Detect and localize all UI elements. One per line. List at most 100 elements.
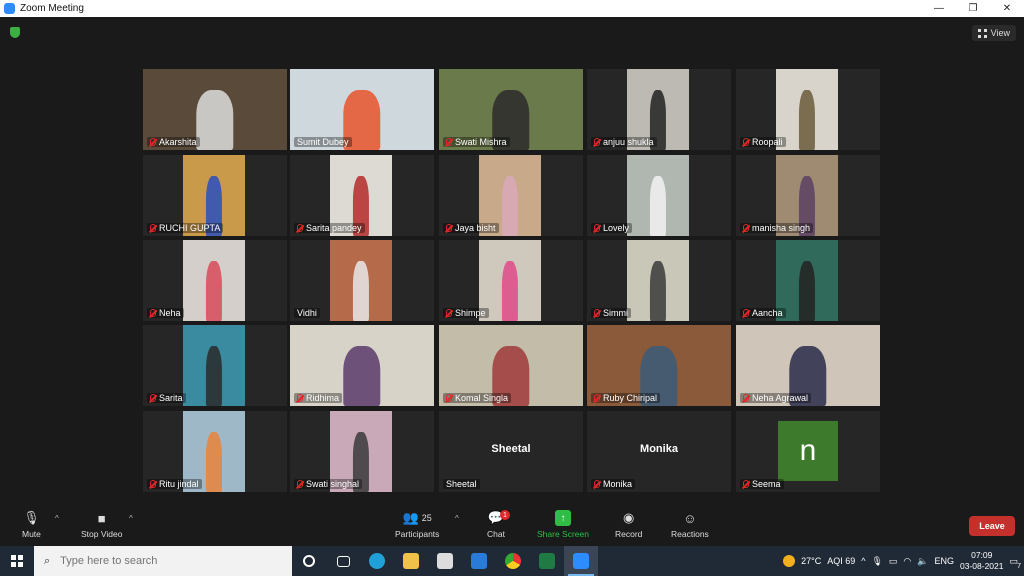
participant-tile[interactable]: Sarita — [143, 325, 287, 406]
muted-microphone-icon — [446, 224, 452, 232]
muted-microphone-icon — [446, 394, 452, 402]
share-arrow-icon: ↑ — [554, 510, 571, 526]
participant-tile[interactable]: Komal Singla — [439, 325, 583, 406]
network-wifi-icon[interactable]: ◠ — [903, 556, 911, 567]
participant-name: Lovely — [603, 223, 630, 233]
participant-tile[interactable]: n Seema — [736, 411, 880, 492]
participant-name-label: Neha — [147, 308, 184, 318]
participant-video — [183, 325, 245, 406]
participant-tile[interactable]: Vidhi — [290, 240, 434, 321]
clock-date: 03-08-2021 — [960, 561, 1004, 571]
participant-tile[interactable]: RUCHI GUPTA — [143, 155, 287, 236]
participant-tile[interactable]: Roopali — [736, 69, 880, 150]
show-hidden-icons-chevron-icon[interactable]: ^ — [861, 556, 865, 566]
cortana-button[interactable] — [292, 546, 326, 576]
stop-video-label: Stop Video — [81, 529, 123, 539]
participant-name: Aancha — [752, 308, 783, 318]
notifications-icon[interactable]: ▭ 7 — [1009, 556, 1021, 570]
view-button[interactable]: View — [971, 25, 1016, 41]
participant-name-label: Seema — [740, 479, 784, 489]
participant-tile[interactable]: Akarshita — [143, 69, 287, 150]
participant-name: Komal Singla — [455, 393, 509, 403]
mute-button[interactable]: 🎙 Mute — [22, 510, 41, 539]
participant-figure — [798, 261, 816, 321]
windows-taskbar: ⌕ 27°C AQI 69 ^ 🎙 ▭ ◠ 🔈 ENG 07:09 03-08-… — [0, 546, 1024, 576]
taskbar-excel[interactable] — [530, 546, 564, 576]
participant-tile[interactable]: Neha Agrawal — [736, 325, 880, 406]
close-button[interactable]: ✕ — [990, 0, 1024, 17]
video-options-caret-icon[interactable]: ^ — [129, 514, 133, 523]
participant-tile[interactable]: Sumit Dubey — [290, 69, 434, 150]
weather-sun-icon[interactable] — [783, 555, 796, 567]
participants-caret-icon[interactable]: ^ — [455, 514, 459, 523]
taskbar-clock[interactable]: 07:09 03-08-2021 — [960, 550, 1003, 572]
participant-tile[interactable]: Ruby Chiripal — [587, 325, 731, 406]
taskbar-mail[interactable] — [462, 546, 496, 576]
participant-tile[interactable]: Sheetal Sheetal — [439, 411, 583, 492]
record-button[interactable]: ◉ Record — [615, 510, 642, 539]
minimize-button[interactable]: — — [922, 0, 956, 17]
muted-microphone-icon — [446, 138, 452, 146]
participant-name: Vidhi — [297, 308, 317, 318]
security-shield-icon[interactable] — [10, 27, 20, 38]
weather-temperature[interactable]: 27°C — [801, 556, 821, 566]
reactions-button[interactable]: ☺ Reactions — [671, 510, 709, 540]
participant-tile[interactable]: Monika Monika — [587, 411, 731, 492]
share-screen-button[interactable]: ↑ Share Screen — [537, 510, 589, 539]
participant-tile[interactable]: Aancha — [736, 240, 880, 321]
participant-tile[interactable]: Neha — [143, 240, 287, 321]
participant-tile[interactable]: Swati singhal — [290, 411, 434, 492]
restore-button[interactable]: ❐ — [956, 0, 990, 17]
taskbar-edge[interactable] — [360, 546, 394, 576]
participant-video — [627, 240, 689, 321]
participant-display-name: Monika — [640, 443, 678, 455]
participant-name-label: Lovely — [591, 223, 633, 233]
participant-figure — [501, 176, 519, 236]
muted-microphone-icon — [594, 480, 600, 488]
share-screen-label: Share Screen — [537, 529, 589, 539]
participant-name: anjuu shukla — [603, 137, 654, 147]
muted-microphone-icon — [150, 224, 156, 232]
participant-name: Shimpe — [455, 308, 486, 318]
participant-tile[interactable]: Ridhima — [290, 325, 434, 406]
participant-tile[interactable]: Ritu jindal — [143, 411, 287, 492]
task-view-button[interactable] — [326, 546, 360, 576]
chat-label: Chat — [487, 529, 505, 539]
microphone-tray-icon[interactable]: 🎙 — [871, 556, 882, 567]
participant-figure — [205, 261, 223, 321]
leave-button[interactable]: Leave — [969, 516, 1015, 536]
participant-tile[interactable]: Lovely — [587, 155, 731, 236]
taskbar-file-explorer[interactable] — [394, 546, 428, 576]
volume-speaker-icon[interactable]: 🔈 — [917, 556, 928, 567]
participant-tile[interactable]: anjuu shukla — [587, 69, 731, 150]
mail-envelope-icon — [471, 553, 487, 569]
grid-icon — [977, 28, 987, 38]
start-button[interactable] — [0, 546, 34, 576]
taskbar-store[interactable] — [428, 546, 462, 576]
participant-name-label: Aancha — [740, 308, 786, 318]
stop-video-button[interactable]: ■ Stop Video — [81, 510, 123, 540]
participant-figure — [649, 261, 667, 321]
participant-name: RUCHI GUPTA — [159, 223, 221, 233]
audio-options-caret-icon[interactable]: ^ — [55, 514, 59, 523]
participant-name-label: Sarita pandey — [294, 223, 365, 233]
participant-tile[interactable]: Simmi — [587, 240, 731, 321]
air-quality-index[interactable]: AQI 69 — [827, 556, 855, 566]
participant-name-label: Sarita — [147, 393, 186, 403]
participant-tile[interactable]: Swati Mishra — [439, 69, 583, 150]
search-input[interactable] — [60, 555, 261, 567]
participant-name-label: Akarshita — [147, 137, 200, 147]
participant-tile[interactable]: Shimpe — [439, 240, 583, 321]
participants-button[interactable]: 👥 25 Participants — [395, 510, 439, 539]
participant-name-label: Roopali — [740, 137, 786, 147]
input-language[interactable]: ENG — [934, 556, 954, 566]
participant-tile[interactable]: Jaya bisht — [439, 155, 583, 236]
participant-tile[interactable]: manisha singh — [736, 155, 880, 236]
taskbar-chrome[interactable] — [496, 546, 530, 576]
muted-microphone-icon — [594, 309, 600, 317]
taskbar-zoom[interactable] — [564, 546, 598, 576]
participant-figure — [501, 261, 519, 321]
battery-icon[interactable]: ▭ — [889, 556, 898, 567]
participant-tile[interactable]: Sarita pandey — [290, 155, 434, 236]
taskbar-search[interactable]: ⌕ — [34, 546, 292, 576]
